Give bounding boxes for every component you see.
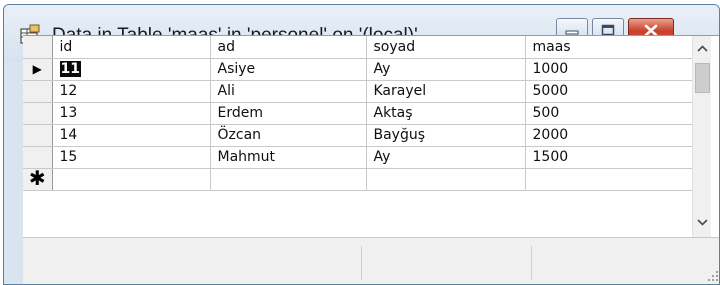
table-data-window: Data in Table 'maas' in 'personel' on '(… (3, 4, 720, 285)
status-divider (531, 246, 532, 280)
row-selector-header[interactable] (23, 36, 53, 59)
column-header-ad[interactable]: ad (210, 36, 367, 59)
cell-ad[interactable]: Özcan (210, 124, 367, 147)
table-row[interactable]: 13 Erdem Aktaş 500 (23, 102, 693, 125)
column-header-soyad[interactable]: soyad (366, 36, 526, 59)
cell-id[interactable]: 12 (52, 80, 211, 103)
table-row[interactable]: 12 Ali Karayel 5000 (23, 80, 693, 103)
minimize-icon (565, 30, 579, 35)
cell-soyad[interactable]: Ay (366, 146, 526, 169)
cell-ad[interactable]: Asiye (210, 58, 367, 81)
cell-id[interactable]: 14 (52, 124, 211, 147)
row-selector[interactable]: ✱ (23, 168, 53, 191)
row-selector[interactable] (23, 124, 53, 147)
cell-id[interactable]: 15 (52, 146, 211, 169)
chevron-up-icon (697, 44, 708, 52)
resize-grip-icon[interactable] (707, 270, 719, 282)
cell-ad[interactable]: Mahmut (210, 146, 367, 169)
table-row[interactable]: 15 Mahmut Ay 1500 (23, 146, 693, 169)
cell-soyad[interactable]: Karayel (366, 80, 526, 103)
column-header-maas[interactable]: maas (525, 36, 693, 59)
scroll-down-button[interactable] (693, 212, 712, 232)
header-row: id ad soyad maas (23, 36, 693, 59)
new-row[interactable]: ✱ (23, 168, 693, 191)
data-table: id ad soyad maas ▶ 11 Asiye Ay 1000 12 A… (23, 36, 693, 191)
cell-ad[interactable] (210, 168, 367, 191)
cell-soyad[interactable]: Bayğuş (366, 124, 526, 147)
cell-soyad[interactable]: Ay (366, 58, 526, 81)
cell-maas[interactable] (525, 168, 693, 191)
row-selector[interactable] (23, 146, 53, 169)
column-header-id[interactable]: id (52, 36, 211, 59)
selected-cell-value: 11 (59, 61, 81, 77)
row-selector[interactable] (23, 102, 53, 125)
cell-maas[interactable]: 500 (525, 102, 693, 125)
cell-id[interactable]: 13 (52, 102, 211, 125)
scroll-thumb[interactable] (695, 63, 710, 93)
status-divider (361, 246, 362, 280)
scroll-up-button[interactable] (693, 38, 712, 58)
cell-id[interactable]: 11 (52, 58, 211, 81)
cell-ad[interactable]: Erdem (210, 102, 367, 125)
cell-ad[interactable]: Ali (210, 80, 367, 103)
chevron-down-icon (697, 218, 708, 226)
current-row-icon: ▶ (32, 62, 42, 76)
table-row[interactable]: ▶ 11 Asiye Ay 1000 (23, 58, 693, 81)
cell-maas[interactable]: 5000 (525, 80, 693, 103)
cell-maas[interactable]: 1000 (525, 58, 693, 81)
row-selector[interactable] (23, 80, 53, 103)
results-grid[interactable]: id ad soyad maas ▶ 11 Asiye Ay 1000 12 A… (23, 35, 719, 238)
table-row[interactable]: 14 Özcan Bayğuş 2000 (23, 124, 693, 147)
status-bar (23, 237, 719, 284)
new-row-icon: ✱ (28, 168, 46, 190)
cell-soyad[interactable]: Aktaş (366, 102, 526, 125)
cell-id[interactable] (52, 168, 211, 191)
cell-maas[interactable]: 2000 (525, 124, 693, 147)
cell-soyad[interactable] (366, 168, 526, 191)
row-selector[interactable]: ▶ (23, 58, 53, 81)
vertical-scrollbar[interactable] (692, 36, 711, 238)
cell-maas[interactable]: 1500 (525, 146, 693, 169)
